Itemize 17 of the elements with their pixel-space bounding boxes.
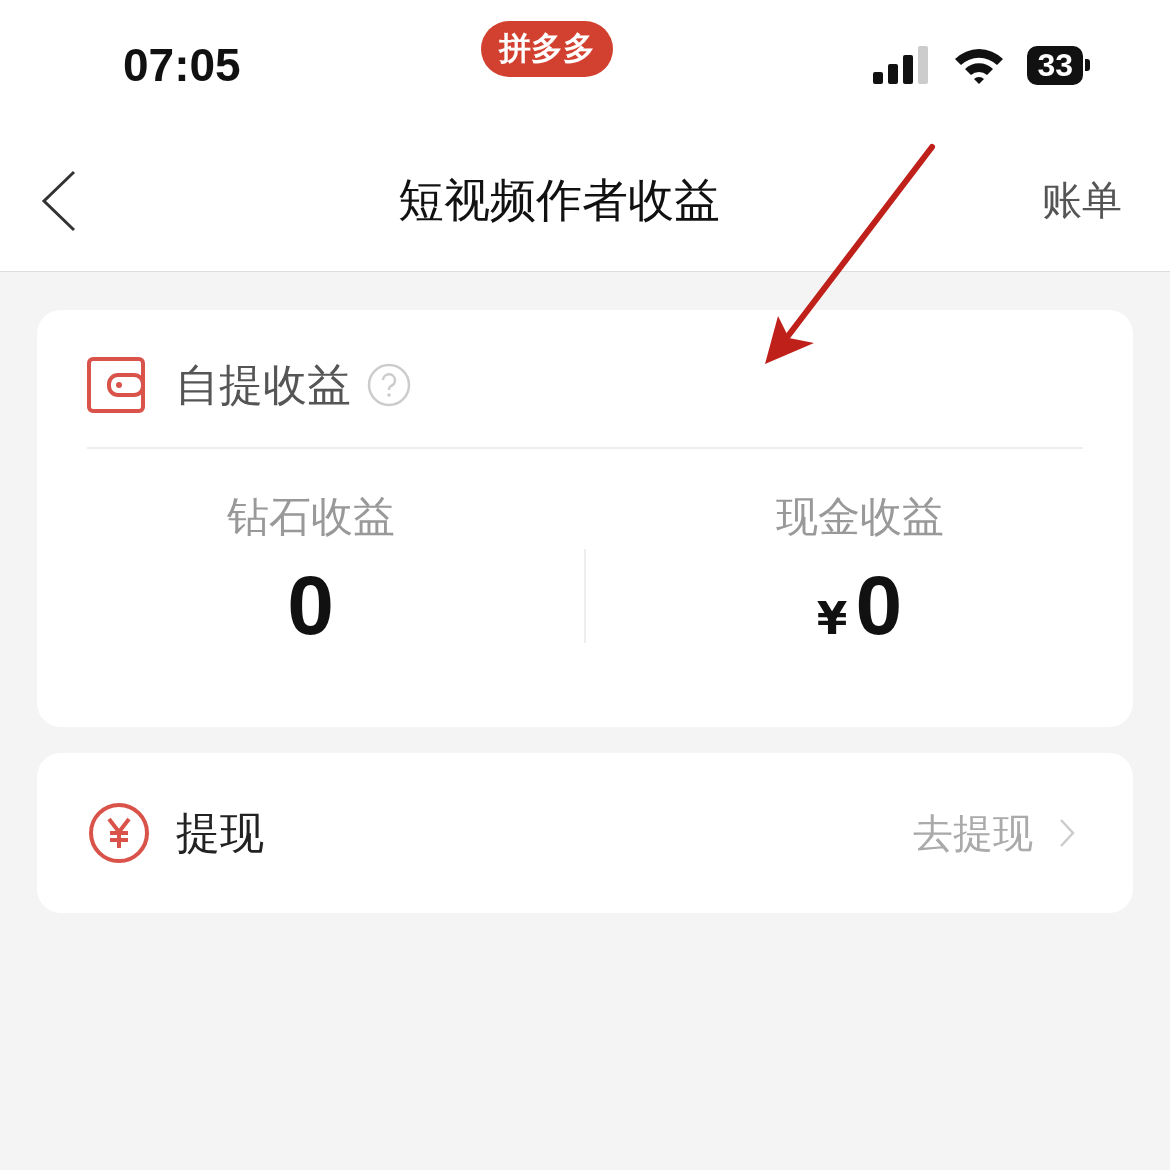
chevron-icon xyxy=(1059,818,1075,848)
yen-icon xyxy=(88,802,150,864)
page-title: 短视频作者收益 xyxy=(398,171,720,229)
withdraw-card[interactable]: 提现 去提现 xyxy=(37,753,1133,913)
app-badge: 拼多多 xyxy=(481,21,614,77)
currency-sign: ¥ xyxy=(816,593,848,644)
back-icon[interactable] xyxy=(40,169,76,232)
income-value: 0 xyxy=(287,563,334,647)
wallet-icon xyxy=(87,357,145,413)
income-value: 0 xyxy=(855,563,903,647)
status-time: 07:05 xyxy=(123,38,241,92)
income-label: 现金收益 xyxy=(775,491,944,543)
card-title: 自提收益 xyxy=(175,357,351,412)
wifi-icon xyxy=(953,46,1006,84)
income-label: 钻石收益 xyxy=(226,491,395,543)
bill-link[interactable]: 账单 xyxy=(1042,173,1122,228)
withdraw-label: 提现 xyxy=(176,805,264,860)
